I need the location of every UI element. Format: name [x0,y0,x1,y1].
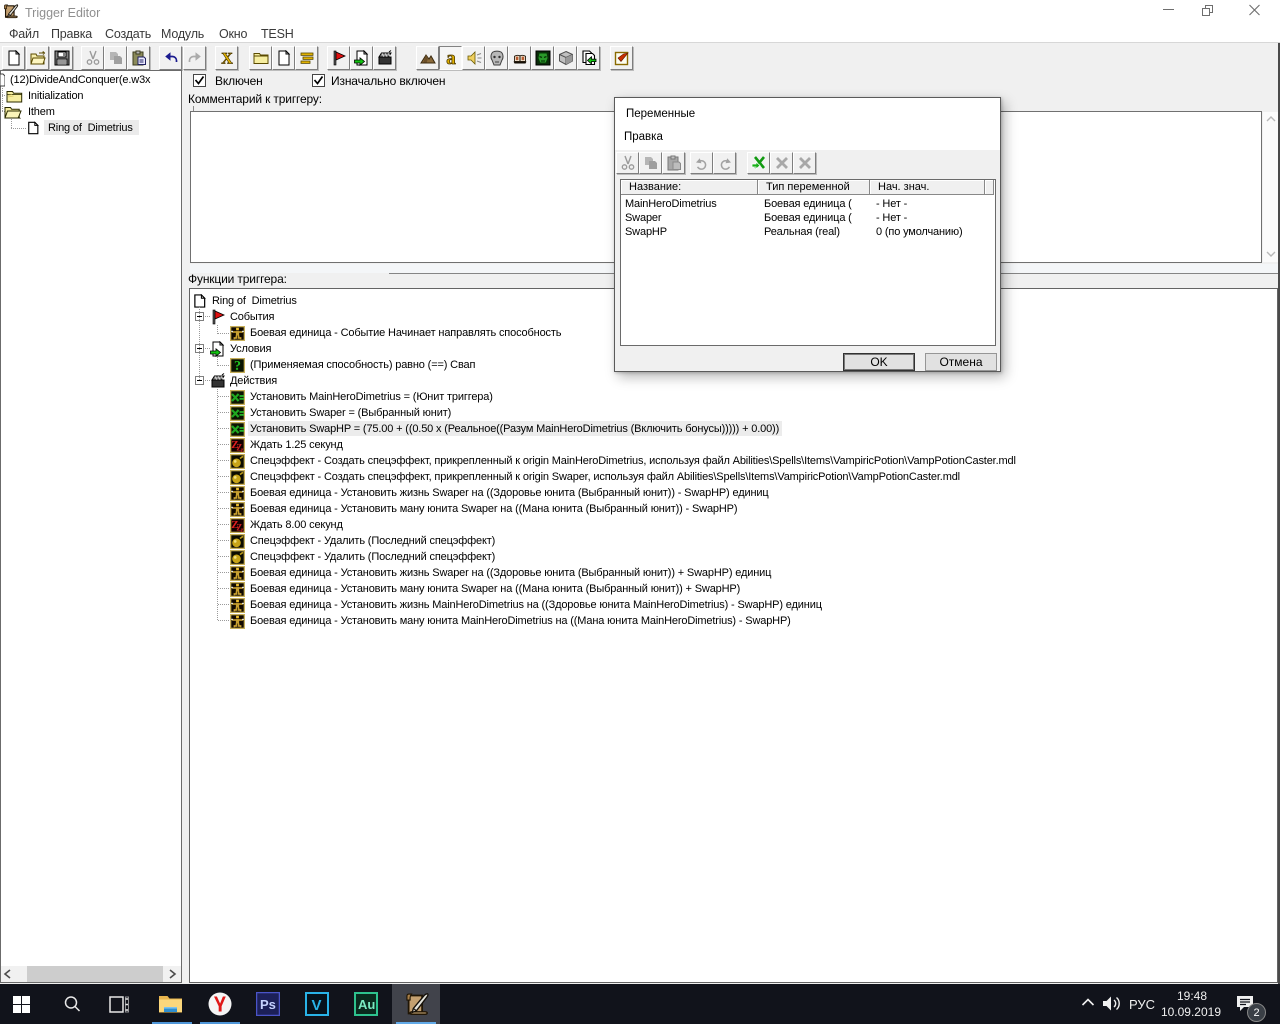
svg-text:Au: Au [358,997,375,1012]
svg-text:V: V [312,997,322,1014]
svg-text:Ps: Ps [260,997,276,1012]
